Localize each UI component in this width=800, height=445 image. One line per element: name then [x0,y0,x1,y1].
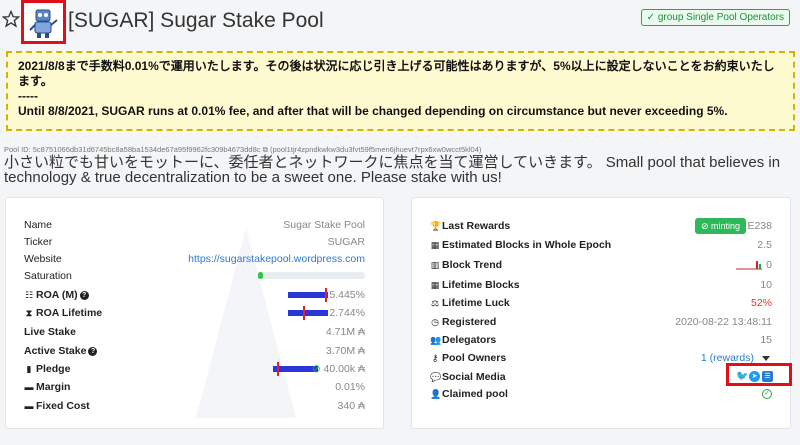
estimated-blocks-value: 2.5 [757,239,772,251]
roa-m-marker [325,288,327,302]
row-registered: ◷ Registered 2020-08-22 13:48:11 [412,313,790,331]
estimated-blocks-label: ▦ Estimated Blocks in Whole Epoch [430,236,611,254]
row-lifetime-luck: ⚖ Lifetime Luck 52% [412,294,790,312]
row-block-trend: ▥ Block Trend 0 [412,256,790,274]
row-website: Website https://sugarstakepool.wordpress… [6,250,383,268]
row-name: Name Sugar Stake Pool [6,216,383,234]
saturation-bar [258,272,365,279]
clock-icon: ◷ [431,317,439,327]
active-stake-label: Active Stake? [24,342,98,360]
trophy-icon: 🏆 [430,221,442,231]
row-claimed-pool: 👤Claimed pool ✓ [412,385,790,403]
row-roa-lifetime: ⧗ ROA Lifetime 2.744% [6,304,383,322]
saturation-fill [258,272,264,279]
lifetime-blocks-value: 10 [760,279,772,291]
ticker-value: SUGAR [327,236,365,248]
pledge-marker [277,362,279,376]
fixed-cost-value: 340 ₳ [337,400,365,412]
website-link[interactable]: https://sugarstakepool.wordpress.com [188,250,365,268]
grid-icon: ▦ [430,240,440,250]
name-value: Sugar Stake Pool [283,219,365,231]
row-margin: ▬ Margin 0.01% [6,378,383,396]
last-rewards-label: 🏆Last Rewards [430,217,510,235]
favorite-star-icon[interactable] [2,10,20,28]
check-icon: ⊘ [311,363,321,375]
claimed-pool-label: 👤Claimed pool [430,385,508,403]
margin-label: ▬ Margin [24,378,71,396]
row-roa-m: ☷ ROA (M)? 5.445% [6,286,383,304]
block-trend-label: ▥ Block Trend [430,256,502,274]
row-live-stake: Live Stake 4.71M ₳ [6,323,383,341]
live-stake-label: Live Stake [24,326,76,338]
delegators-label: 👥Delegators [430,331,496,349]
hourglass-icon: ⧗ [25,308,33,318]
notice-jp: 2021/8/8まで手数料0.01%で運用いたします。その後は状況に応じ引き上げ… [18,59,775,88]
pool-notice: 2021/8/8まで手数料0.01%で運用いたします。その後は状況に応じ引き上げ… [6,51,795,131]
name-label: Name [24,219,53,231]
lifetime-luck-value: 52% [750,297,772,309]
user-icon: 👤 [430,389,442,399]
bar-chart-icon: ▥ [430,260,440,270]
epoch-value: E238 [747,220,772,232]
ticker-label: Ticker [24,236,53,248]
row-last-rewards: 🏆Last Rewards ⊘ minting E238 [412,217,790,235]
registered-label: ◷ Registered [430,313,496,331]
pool-info-card: Name Sugar Stake Pool Ticker SUGAR Websi… [5,197,384,429]
roa-lifetime-marker [303,306,305,320]
dash-icon: ▬ [24,401,34,411]
roa-lifetime-value: 2.744% [329,307,365,319]
row-lifetime-blocks: ▦ Lifetime Blocks 10 [412,276,790,294]
pool-description: 小さい粒でも甘いをモットーに、委任者とネットワークに焦点を当て運営していきます。… [4,154,781,186]
key-icon: ⚷ [431,353,439,363]
pool-stats-card: 🏆Last Rewards ⊘ minting E238 ▦ Estimated … [411,197,791,429]
pledge-icon: ▮ [26,364,32,374]
group-badge[interactable]: ✓ group Single Pool Operators [640,9,790,26]
row-estimated-blocks: ▦ Estimated Blocks in Whole Epoch 2.5 [412,236,790,254]
check-icon: ✓ [762,389,772,399]
saturation-label: Saturation [24,270,72,282]
delegators-value: 15 [760,334,772,346]
pledge-value: ⊘ 40.00k ₳ [311,363,365,375]
help-icon[interactable]: ? [88,347,98,356]
minting-badge[interactable]: ⊘ minting [694,218,746,234]
lifetime-luck-label: ⚖ Lifetime Luck [430,294,510,312]
margin-value: 0.01% [335,381,365,393]
block-trend-sparkline [736,261,762,270]
active-stake-value: 3.70M ₳ [325,345,365,357]
row-saturation: Saturation [6,267,383,285]
roa-m-bar [288,292,328,298]
help-icon[interactable]: ? [79,291,89,300]
fixed-cost-label: ▬ Fixed Cost [24,397,90,415]
registered-value: 2020-08-22 13:48:11 [675,316,772,328]
roa-lifetime-bar [288,310,328,316]
row-fixed-cost: ▬ Fixed Cost 340 ₳ [6,397,383,415]
row-ticker: Ticker SUGAR [6,233,383,251]
blocks-icon: ▦ [430,280,440,290]
notice-en: Until 8/8/2021, SUGAR runs at 0.01% fee,… [18,104,728,118]
row-delegators: 👥Delegators 15 [412,331,790,349]
highlight-box [726,363,792,386]
notice-separator: ----- [18,89,38,103]
website-label: Website [24,253,62,265]
dash-icon: ▬ [24,382,34,392]
comment-icon: 💬 [430,372,442,382]
page-title: [SUGAR] Sugar Stake Pool [68,9,324,32]
bars-icon: ☷ [24,290,34,300]
block-trend-value: 0 [766,259,772,271]
pool-owners-label: ⚷ Pool Owners [430,349,506,367]
row-active-stake: Active Stake? 3.70M ₳ [6,342,383,360]
roa-lifetime-label: ⧗ ROA Lifetime [24,304,102,322]
row-pledge: ▮ Pledge ⊘ 40.00k ₳ [6,360,383,378]
live-stake-value: 4.71M ₳ [325,326,365,338]
users-icon: 👥 [430,335,442,345]
luck-icon: ⚖ [430,298,440,308]
social-media-label: 💬Social Media [430,368,506,386]
roa-m-value: 5.445% [329,289,365,301]
pledge-label: ▮ Pledge [24,360,71,378]
roa-m-label: ☷ ROA (M)? [24,286,89,304]
chevron-down-icon[interactable] [762,356,770,361]
pool-logo [21,0,66,44]
lifetime-blocks-label: ▦ Lifetime Blocks [430,276,520,294]
pool-logo-icon [29,9,58,38]
